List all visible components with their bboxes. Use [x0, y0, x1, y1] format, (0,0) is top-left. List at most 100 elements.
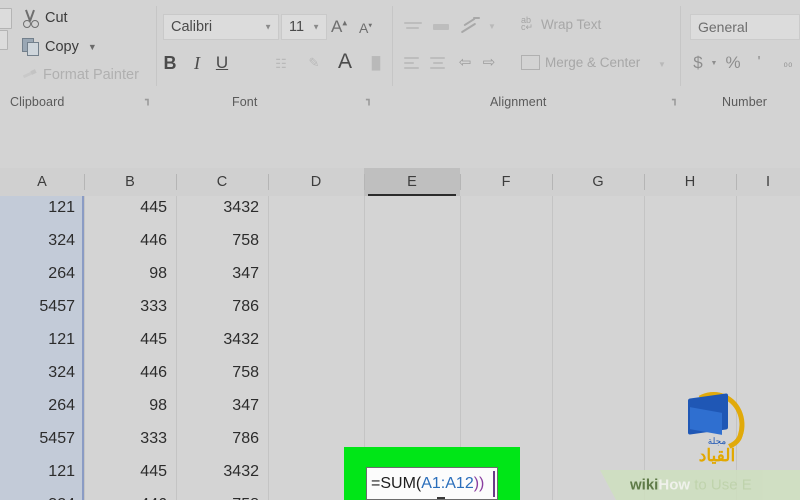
excel-window: Cut Copy ▼ Format Painter Clipboard ┓ Ca…	[0, 0, 800, 500]
underline-mark	[437, 497, 445, 499]
cell-A1[interactable]: 121	[0, 191, 84, 224]
font-size-value: 11	[289, 19, 305, 35]
column-header-i[interactable]: I	[736, 168, 800, 196]
chevron-down-icon[interactable]: ▼	[657, 58, 667, 70]
cell-C3[interactable]: 347	[176, 257, 268, 290]
clipboard-dialog-launcher[interactable]: ┓	[145, 95, 151, 106]
scissors-icon	[22, 9, 39, 28]
font-color-button[interactable]: A	[334, 50, 356, 74]
orientation-button[interactable]	[460, 16, 482, 36]
watermark-text: wikiHow to Use E	[630, 477, 752, 494]
paste-button[interactable]	[0, 6, 14, 52]
font-name-combobox[interactable]: Calibri ▼	[163, 14, 279, 40]
currency-button[interactable]: $	[690, 52, 706, 74]
cell-B10[interactable]: 446	[84, 488, 176, 500]
decrease-indent-button[interactable]: ⇦	[456, 53, 474, 71]
column-divider[interactable]	[644, 174, 645, 190]
gridline-vertical	[644, 196, 645, 500]
text-caret	[493, 471, 495, 497]
align-top-button[interactable]	[404, 22, 422, 32]
paste-page-icon	[0, 8, 12, 29]
merge-center-label: Merge & Center	[545, 55, 641, 70]
cell-C5[interactable]: 3432	[176, 323, 268, 356]
column-divider[interactable]	[460, 174, 461, 190]
cell-B7[interactable]: 98	[84, 389, 176, 422]
formula-reference: A1:A12	[421, 474, 474, 492]
format-painter-button[interactable]: Format Painter	[22, 67, 139, 83]
shrink-font-button[interactable]: A▾	[359, 20, 372, 36]
cell-B1[interactable]: 445	[84, 191, 176, 224]
cell-A5[interactable]: 121	[0, 323, 84, 356]
column-header-h[interactable]: H	[644, 168, 736, 196]
cell-C4[interactable]: 786	[176, 290, 268, 323]
chevron-down-icon[interactable]: ▼	[487, 20, 497, 32]
column-divider[interactable]	[268, 174, 269, 190]
column-header-f[interactable]: F	[460, 168, 552, 196]
cell-C9[interactable]: 3432	[176, 455, 268, 488]
column-header-e[interactable]: E	[364, 168, 460, 196]
cell-A3[interactable]: 264	[0, 257, 84, 290]
cell-C6[interactable]: 758	[176, 356, 268, 389]
align-center-button[interactable]	[430, 56, 446, 70]
gridline-vertical	[268, 196, 269, 500]
font-size-combobox[interactable]: 11 ▼	[281, 14, 327, 40]
wrap-text-icon: ab c↵	[521, 15, 534, 32]
cell-B3[interactable]: 98	[84, 257, 176, 290]
font-color-swatch[interactable]: █	[368, 55, 384, 71]
column-header-g[interactable]: G	[552, 168, 644, 196]
wrap-text-button[interactable]: ab c↵ Wrap Text	[521, 15, 601, 33]
increase-indent-button[interactable]: ⇨	[480, 53, 498, 71]
comma-style-button[interactable]: '	[752, 52, 766, 74]
fill-color-button[interactable]: ✎	[305, 55, 323, 71]
merge-center-button[interactable]: Merge & Center	[521, 55, 640, 70]
watermark-how: How	[658, 476, 691, 494]
grow-font-button[interactable]: A▴	[331, 17, 347, 37]
column-divider[interactable]	[364, 174, 365, 190]
column-header-d[interactable]: D	[268, 168, 364, 196]
underline-button[interactable]: U	[212, 52, 232, 74]
cell-B2[interactable]: 446	[84, 224, 176, 257]
paste-clipboard-icon	[0, 30, 8, 50]
cell-C7[interactable]: 347	[176, 389, 268, 422]
cell-A2[interactable]: 324	[0, 224, 84, 257]
cut-button[interactable]: Cut	[22, 9, 68, 28]
active-cell-text: =SUM(A1:A12))	[367, 475, 484, 493]
decimal-button[interactable]: ₀₀	[778, 53, 798, 73]
copy-button[interactable]: Copy ▼	[22, 38, 97, 56]
percent-button[interactable]: %	[724, 52, 742, 74]
cell-B5[interactable]: 445	[84, 323, 176, 356]
number-format-combobox[interactable]: General	[690, 14, 800, 40]
cell-A4[interactable]: 5457	[0, 290, 84, 323]
column-divider[interactable]	[736, 174, 737, 190]
alignment-group-label: Alignment	[490, 95, 547, 109]
column-divider[interactable]	[552, 174, 553, 190]
cell-C10[interactable]: 758	[176, 488, 268, 500]
column-divider[interactable]	[84, 174, 85, 190]
cell-A7[interactable]: 264	[0, 389, 84, 422]
cell-B6[interactable]: 446	[84, 356, 176, 389]
align-left-button[interactable]	[404, 56, 420, 70]
cell-B9[interactable]: 445	[84, 455, 176, 488]
italic-button[interactable]: I	[188, 52, 206, 74]
cell-B8[interactable]: 333	[84, 422, 176, 455]
active-cell-editor[interactable]: =SUM(A1:A12))	[366, 467, 498, 500]
cell-A8[interactable]: 5457	[0, 422, 84, 455]
bold-button[interactable]: B	[160, 52, 180, 74]
clipboard-group-label: Clipboard	[10, 95, 65, 109]
chevron-down-icon[interactable]: ▼	[88, 42, 97, 52]
align-middle-button[interactable]	[432, 22, 450, 32]
alignment-dialog-launcher[interactable]: ┓	[672, 95, 678, 106]
chevron-down-icon[interactable]: ▼	[710, 58, 718, 68]
cell-A6[interactable]: 324	[0, 356, 84, 389]
cell-A10[interactable]: 324	[0, 488, 84, 500]
ribbon: Cut Copy ▼ Format Painter Clipboard ┓ Ca…	[0, 0, 800, 110]
font-dialog-launcher[interactable]: ┓	[366, 95, 372, 106]
borders-button[interactable]: ☷	[272, 56, 290, 72]
cell-C2[interactable]: 758	[176, 224, 268, 257]
wikihow-watermark: wikiHow to Use E	[600, 470, 800, 500]
column-divider[interactable]	[176, 174, 177, 190]
cell-C1[interactable]: 3432	[176, 191, 268, 224]
cell-B4[interactable]: 333	[84, 290, 176, 323]
cell-A9[interactable]: 121	[0, 455, 84, 488]
cell-C8[interactable]: 786	[176, 422, 268, 455]
